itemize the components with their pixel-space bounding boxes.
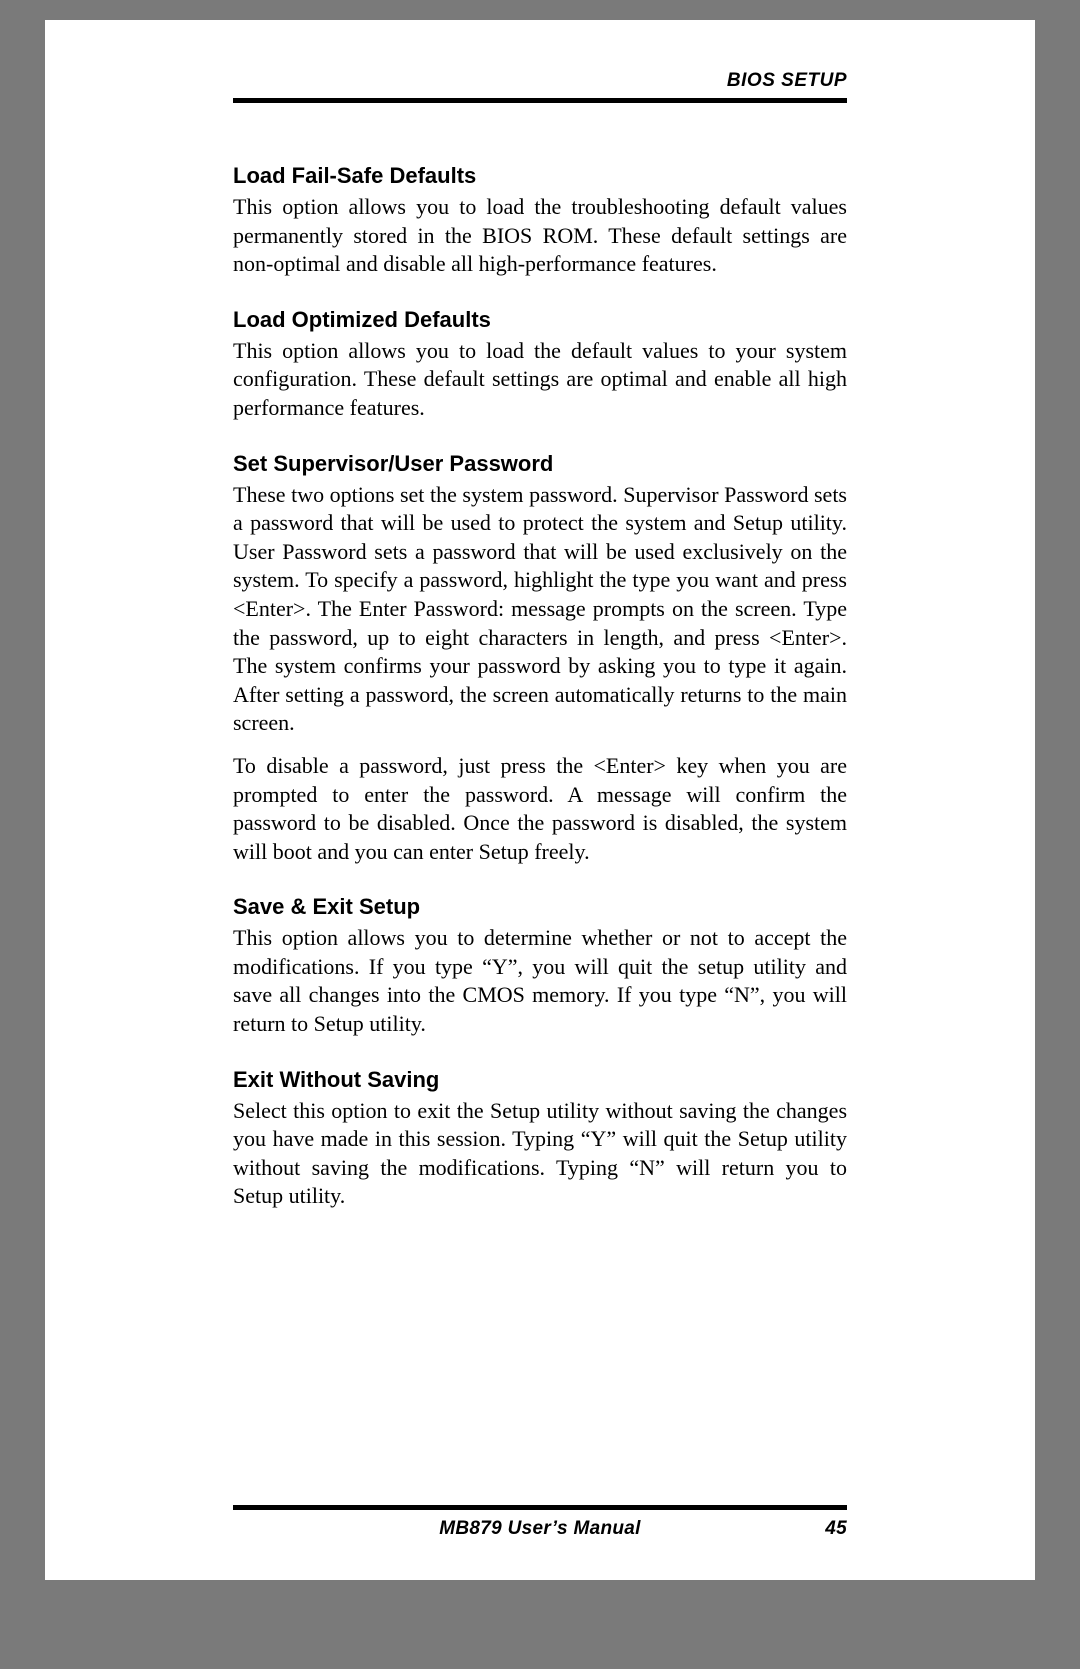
paragraph: This option allows you to load the defau… bbox=[233, 337, 847, 423]
section-exit-without-saving: Exit Without Saving Select this option t… bbox=[233, 1067, 847, 1211]
section-heading: Exit Without Saving bbox=[233, 1067, 847, 1093]
section-body: This option allows you to load the defau… bbox=[233, 337, 847, 423]
paragraph: Select this option to exit the Setup uti… bbox=[233, 1097, 847, 1211]
page-footer: MB879 User’s Manual 45 bbox=[233, 1518, 847, 1540]
content-area: Load Fail-Safe Defaults This option allo… bbox=[233, 163, 847, 1505]
paragraph: This option allows you to determine whet… bbox=[233, 924, 847, 1038]
page-header: BIOS SETUP bbox=[233, 70, 847, 92]
section-load-optimized: Load Optimized Defaults This option allo… bbox=[233, 307, 847, 423]
paragraph: These two options set the system passwor… bbox=[233, 481, 847, 738]
footer-divider bbox=[233, 1505, 847, 1510]
paragraph: To disable a password, just press the <E… bbox=[233, 752, 847, 866]
document-page: BIOS SETUP Load Fail-Safe Defaults This … bbox=[45, 20, 1035, 1580]
paragraph: This option allows you to load the troub… bbox=[233, 193, 847, 279]
section-body: These two options set the system passwor… bbox=[233, 481, 847, 867]
header-divider bbox=[233, 98, 847, 103]
section-body: This option allows you to load the troub… bbox=[233, 193, 847, 279]
section-body: This option allows you to determine whet… bbox=[233, 924, 847, 1038]
footer-title: MB879 User’s Manual bbox=[439, 1518, 640, 1540]
section-save-exit: Save & Exit Setup This option allows you… bbox=[233, 894, 847, 1038]
section-heading: Load Optimized Defaults bbox=[233, 307, 847, 333]
footer-page-number: 45 bbox=[825, 1518, 847, 1540]
section-body: Select this option to exit the Setup uti… bbox=[233, 1097, 847, 1211]
section-set-password: Set Supervisor/User Password These two o… bbox=[233, 451, 847, 867]
section-heading: Save & Exit Setup bbox=[233, 894, 847, 920]
header-title: BIOS SETUP bbox=[727, 70, 847, 91]
section-heading: Load Fail-Safe Defaults bbox=[233, 163, 847, 189]
section-heading: Set Supervisor/User Password bbox=[233, 451, 847, 477]
section-load-failsafe: Load Fail-Safe Defaults This option allo… bbox=[233, 163, 847, 279]
